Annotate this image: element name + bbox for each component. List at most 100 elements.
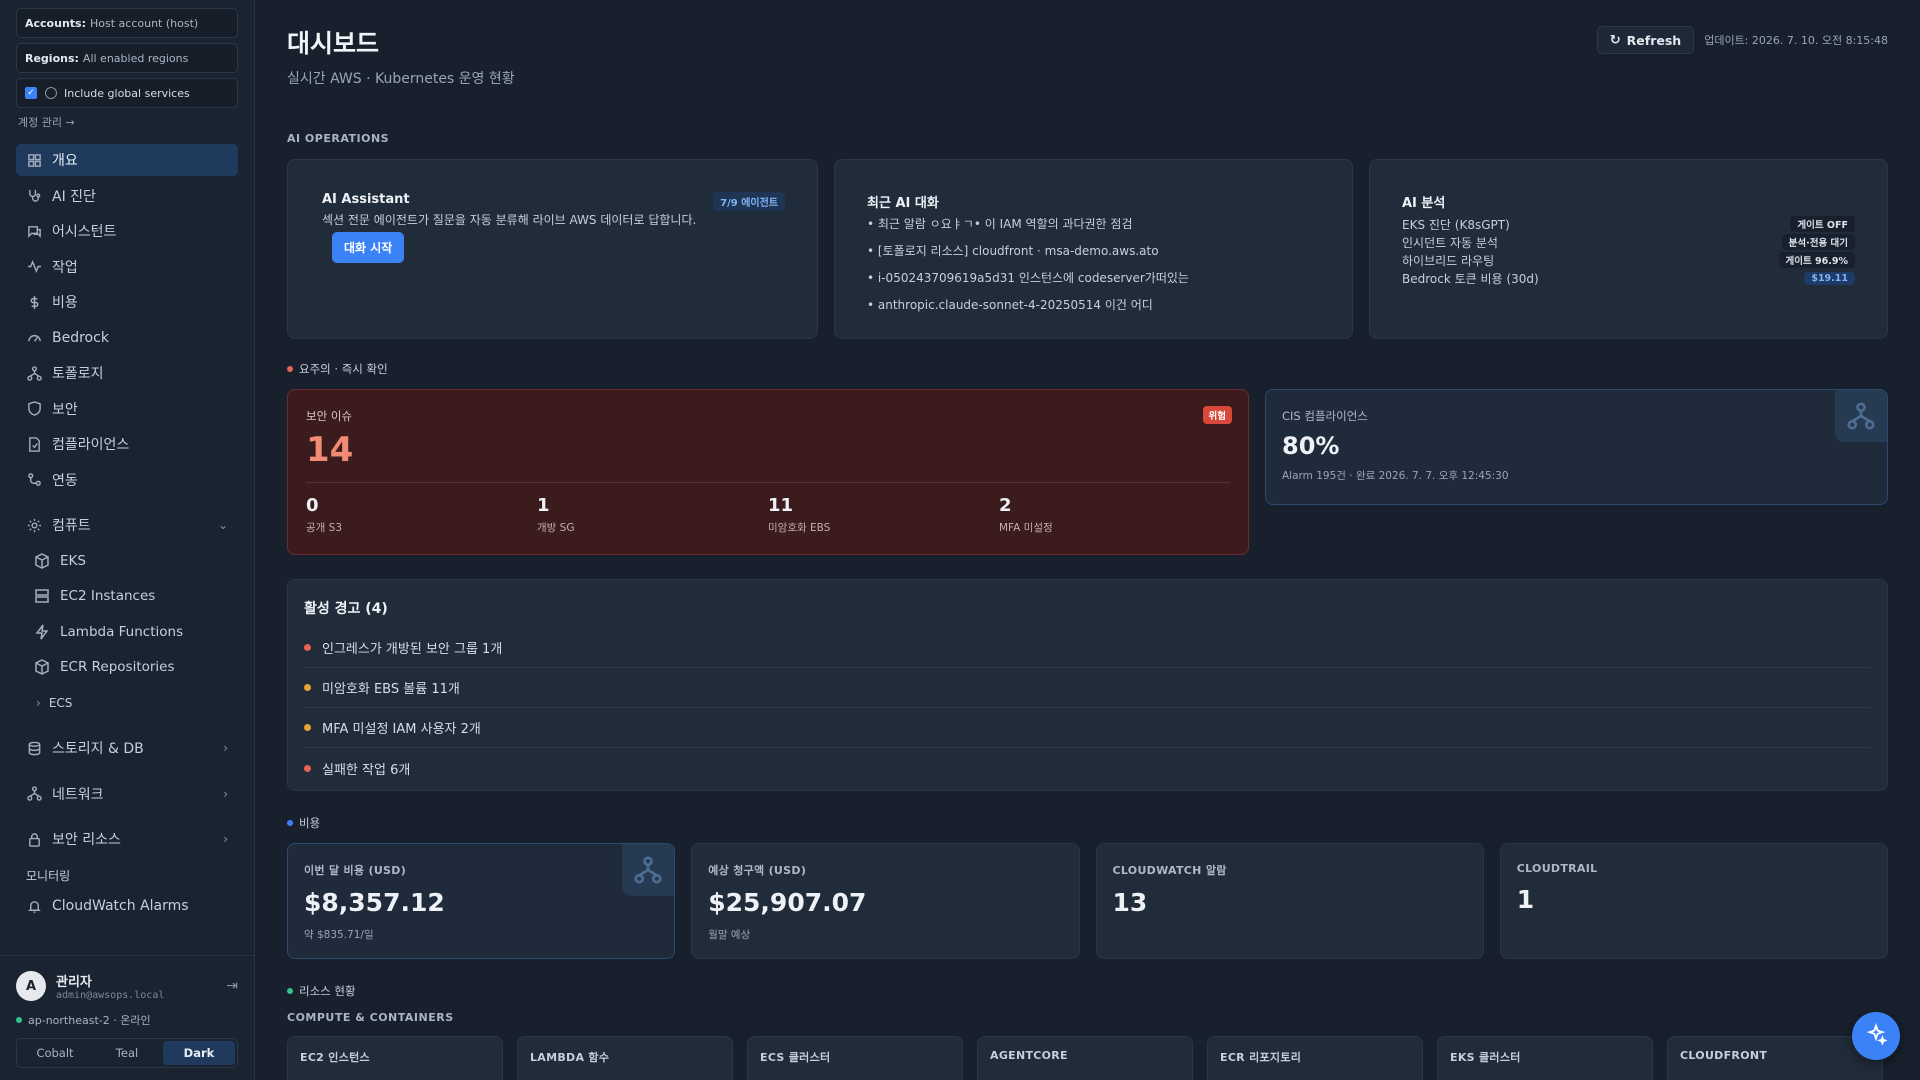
database-icon <box>26 740 42 756</box>
gauge-icon <box>26 330 42 346</box>
resource-card-ecs[interactable]: ECS 클러스터 <box>747 1036 963 1080</box>
resource-card-eks[interactable]: EKS 클러스터 <box>1437 1036 1653 1080</box>
nav-item-compliance[interactable]: 컴플라이언스 <box>16 428 238 460</box>
nav-item-bedrock[interactable]: Bedrock <box>16 322 238 354</box>
analysis-row-label: EKS 진단 (K8sGPT) <box>1402 217 1510 232</box>
section-label-text: 요주의 · 즉시 확인 <box>299 362 388 376</box>
ai-assistant-fab[interactable] <box>1852 1012 1900 1060</box>
cost-section-label: 비용 <box>287 815 1888 831</box>
network-icon <box>26 786 42 802</box>
nav-item-security[interactable]: 보안 <box>16 393 238 425</box>
alert-row[interactable]: 실패한 작업 6개 <box>304 748 1871 788</box>
account-manage-link[interactable]: 계정 관리 → <box>18 114 236 130</box>
nav-item-assistant[interactable]: 어시스턴트 <box>16 215 238 247</box>
status-dot <box>304 644 311 651</box>
nav-item-topology[interactable]: 토폴로지 <box>16 357 238 389</box>
user-profile[interactable]: A 관리자 admin@awsops.local ⇥ <box>16 966 238 1006</box>
risk-badge: 위험 <box>1202 406 1232 424</box>
alert-row[interactable]: 인그레스가 개방된 보안 그룹 1개 <box>304 628 1871 668</box>
analysis-row-label: 하이브리드 라우팅 <box>1402 253 1495 268</box>
status-dot <box>287 988 293 994</box>
avatar: A <box>16 971 46 1001</box>
nav-sub-ec2[interactable]: EC2 Instances <box>16 580 238 612</box>
refresh-button[interactable]: ↻ Refresh <box>1596 26 1695 54</box>
theme-dark[interactable]: Dark <box>163 1041 235 1065</box>
resource-label: EC2 인스턴스 <box>300 1051 370 1064</box>
nav-group-network[interactable]: 네트워크 › <box>16 778 238 810</box>
security-sub-stats: 0 공개 S3 1 개방 SG 11 미암호화 EBS 2 MFA 미설정 <box>306 495 1230 535</box>
nav-sub-ecs[interactable]: › ECS <box>16 687 238 719</box>
resources-section-label: 리소스 현황 <box>287 983 1888 999</box>
theme-cobalt[interactable]: Cobalt <box>19 1041 91 1065</box>
nav-item-ai-diagnosis[interactable]: AI 진단 <box>16 180 238 212</box>
nav-group-security-resources[interactable]: 보안 리소스 › <box>16 823 238 855</box>
sub-stat-value: 1 <box>537 495 550 516</box>
monthly-cost-card[interactable]: 이번 달 비용 (USD) $8,357.12 약 $835.71/일 <box>287 843 676 959</box>
analysis-row-value: 분석·전용 대기 <box>1781 234 1855 250</box>
nav-sub-label: EC2 Instances <box>60 588 156 604</box>
activity-icon <box>26 259 42 275</box>
recent-chat-item[interactable]: • 최근 알람 ㅇ요ㅑㄱ• 이 IAM 역할의 과다권한 점검 <box>867 215 1320 232</box>
nav-item-cost[interactable]: 비용 <box>16 286 238 318</box>
recent-chat-item[interactable]: • anthropic.claude-sonnet-4-20250514 이건 … <box>867 296 1320 313</box>
user-name: 관리자 <box>56 975 92 990</box>
last-updated: 업데이트: 2026. 7. 10. 오전 8:15:48 <box>1704 34 1888 47</box>
recent-chat-item[interactable]: • [토폴로지 리소스] cloudfront · msa-demo.aws.a… <box>867 242 1320 259</box>
resource-label: AGENTCORE <box>990 1049 1068 1062</box>
nav-item-tasks[interactable]: 작업 <box>16 251 238 283</box>
security-issues-card[interactable]: 보안 이슈 위험 14 0 공개 S3 1 개방 SG 11 미암호화 EBS <box>287 389 1249 555</box>
recent-chat-item[interactable]: • i-050243709619a5d31 인스턴스에 codeserver가떠… <box>867 269 1320 286</box>
status-dot <box>287 366 293 372</box>
cloudtrail-card[interactable]: CLOUDTRAIL 1 <box>1499 843 1888 959</box>
resource-card-cloudfront[interactable]: CLOUDFRONT <box>1667 1036 1883 1080</box>
nav-sub-ecr[interactable]: ECR Repositories <box>16 651 238 683</box>
nav-item-label: 연동 <box>52 472 78 489</box>
alert-text: 인그레스가 개방된 보안 그룹 1개 <box>322 642 503 657</box>
security-issues-value: 14 <box>306 430 354 470</box>
resource-label: LAMBDA 함수 <box>530 1051 610 1064</box>
chevron-right-icon: › <box>36 695 41 710</box>
gear-icon <box>26 517 42 533</box>
nav-group-compute[interactable]: 컴퓨트 ⌄ <box>16 509 238 541</box>
link-icon <box>26 472 42 488</box>
resource-card-agentcore[interactable]: AGENTCORE <box>977 1036 1193 1080</box>
lightning-icon <box>34 624 50 640</box>
cost-label: CLOUDTRAIL <box>1516 862 1598 875</box>
sub-stat-value: 0 <box>306 495 319 516</box>
nav-sub-lambda[interactable]: Lambda Functions <box>16 616 238 648</box>
cloudwatch-alarms-card[interactable]: CLOUDWATCH 알람 13 <box>1095 843 1484 959</box>
forecast-cost-card[interactable]: 예상 청구액 (USD) $25,907.07 월말 예상 <box>691 843 1080 959</box>
nav-item-integrations[interactable]: 연동 <box>16 464 238 496</box>
resource-card-ec2[interactable]: EC2 인스턴스 <box>287 1036 503 1080</box>
alert-row[interactable]: MFA 미설정 IAM 사용자 2개 <box>304 708 1871 748</box>
theme-teal[interactable]: Teal <box>91 1041 163 1065</box>
agent-count-badge: 7/9 에이전트 <box>713 192 785 211</box>
network-icon <box>622 844 675 896</box>
alert-row[interactable]: 미암호화 EBS 볼륨 11개 <box>304 668 1871 708</box>
analysis-row: EKS 진단 (K8sGPT) 게이트 OFF <box>1402 215 1855 233</box>
start-chat-button[interactable]: 대화 시작 <box>332 232 405 263</box>
cis-value: 80% <box>1282 432 1340 460</box>
resource-card-lambda[interactable]: LAMBDA 함수 <box>517 1036 733 1080</box>
ai-analysis-title: AI 분석 <box>1402 196 1446 211</box>
logout-icon[interactable]: ⇥ <box>226 978 238 994</box>
nav-item-cloudwatch[interactable]: CloudWatch Alarms <box>16 890 238 922</box>
nav-item-overview[interactable]: 개요 <box>16 144 238 176</box>
section-label-text: 비용 <box>299 816 321 830</box>
security-issues-label: 보안 이슈 <box>306 409 352 423</box>
nav-group-storage[interactable]: 스토리지 & DB › <box>16 732 238 764</box>
sidebar-footer: A 관리자 admin@awsops.local ⇥ ap-northeast-… <box>0 955 254 1080</box>
analysis-row: Bedrock 토큰 비용 (30d) $19.11 <box>1402 269 1855 287</box>
cis-compliance-card[interactable]: CIS 컴플라이언스 80% Alarm 195건 · 완료 2026. 7. … <box>1265 389 1888 505</box>
cis-label: CIS 컴플라이언스 <box>1282 409 1368 423</box>
cost-value: $25,907.07 <box>708 888 867 917</box>
nav-sub-eks[interactable]: EKS <box>16 545 238 577</box>
resource-card-ecr[interactable]: ECR 리포지토리 <box>1207 1036 1423 1080</box>
region-selector[interactable]: Regions: All enabled regions <box>16 43 238 73</box>
global-services-toggle[interactable]: ✓ Include global services <box>16 78 238 108</box>
account-selector[interactable]: Accounts: Host account (host) <box>16 8 238 38</box>
cost-sub: 월말 예상 <box>708 929 751 941</box>
active-alerts-card: 활성 경고 (4) 인그레스가 개방된 보안 그룹 1개 미암호화 EBS 볼륨… <box>287 579 1888 791</box>
checkbox-icon[interactable]: ✓ <box>25 87 37 99</box>
